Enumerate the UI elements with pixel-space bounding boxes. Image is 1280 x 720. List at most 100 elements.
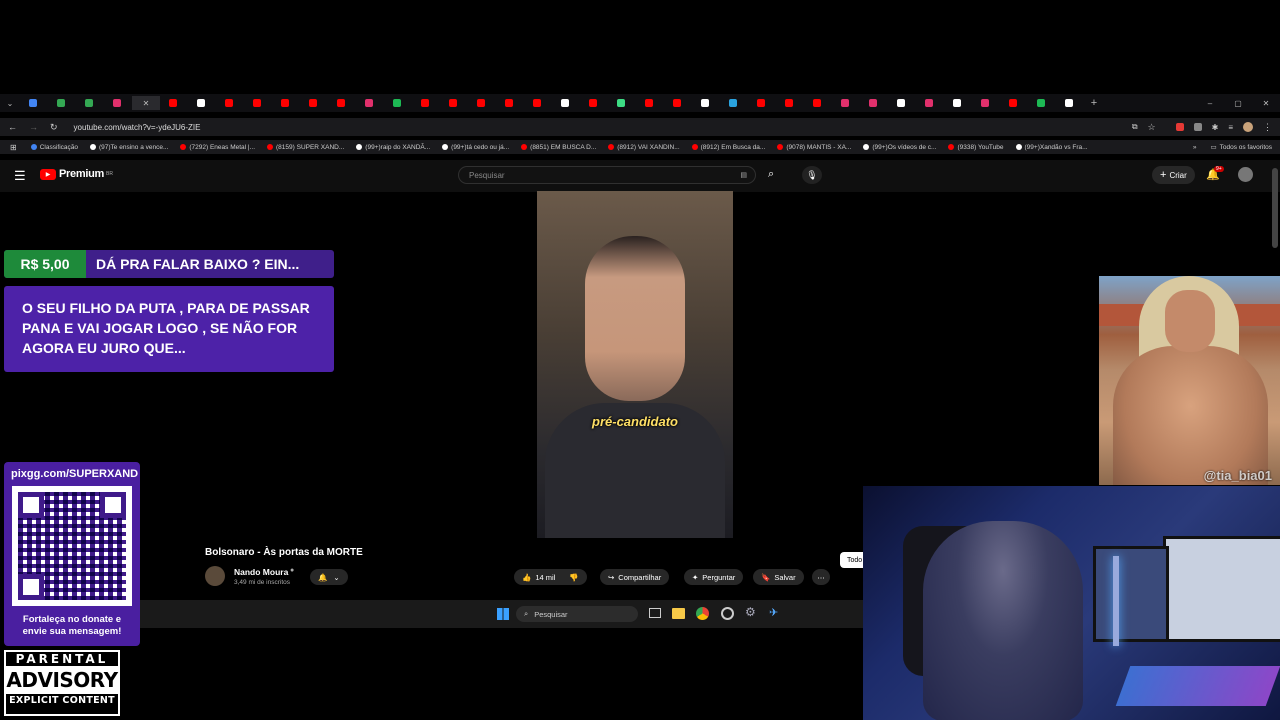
tab[interactable] (1056, 96, 1084, 110)
extension-icon[interactable] (1175, 123, 1184, 131)
tab[interactable] (608, 96, 636, 110)
thumbs-down-icon[interactable]: 👎 (569, 573, 578, 582)
tab[interactable] (972, 96, 1000, 110)
share-button[interactable]: ↪ Compartilhar (600, 569, 670, 585)
tab-active[interactable]: ✕ (132, 96, 160, 110)
app-icon[interactable] (721, 607, 734, 620)
file-explorer-icon[interactable] (672, 608, 685, 619)
close-window-icon[interactable]: ✕ (1252, 96, 1280, 110)
tab[interactable] (860, 96, 888, 110)
bookmark-item[interactable]: (7292) Eneas Metal |... (180, 144, 255, 151)
bookmark-item[interactable]: (97)Te ensino a vence... (90, 144, 168, 151)
subscribe-bell-button[interactable]: 🔔 ⌄ (310, 569, 348, 585)
channel-name[interactable]: Nando Moura (234, 567, 288, 577)
bookmark-item[interactable]: (8912) VAI XANDIN... (608, 144, 680, 151)
more-actions-button[interactable]: ⋯ (812, 569, 830, 585)
tab[interactable] (720, 96, 748, 110)
minimize-icon[interactable]: – (1196, 96, 1224, 110)
menu-hamburger-icon[interactable]: ☰ (14, 168, 26, 184)
youtube-account-avatar[interactable] (1238, 167, 1253, 182)
video-player[interactable]: pré-candidato (537, 191, 733, 538)
more-bookmarks-icon[interactable]: » (1193, 144, 1197, 151)
tab[interactable] (356, 96, 384, 110)
windows-start-icon[interactable] (497, 608, 509, 620)
app-icon[interactable]: ✈ (769, 606, 778, 619)
settings-gear-icon[interactable]: ⚙ (745, 605, 756, 619)
microphone-icon[interactable]: 🎙 (802, 166, 822, 184)
keyboard-icon[interactable]: ▤ (740, 171, 747, 179)
extensions-puzzle-icon[interactable]: ✱ (1212, 123, 1219, 132)
tab[interactable] (524, 96, 552, 110)
bookmark-item[interactable]: (99+)raip do XANDÃ... (356, 144, 430, 151)
tab[interactable] (48, 96, 76, 110)
tab[interactable] (300, 96, 328, 110)
like-button[interactable]: 👍 14 mil 👎 (514, 569, 587, 585)
tab[interactable] (804, 96, 832, 110)
bookmark-item[interactable]: (99+)Os vídeos de c... (863, 144, 936, 151)
bookmark-item[interactable]: (9338) YouTube (948, 144, 1004, 151)
tab[interactable] (496, 96, 524, 110)
profile-avatar[interactable] (1243, 122, 1253, 132)
tab[interactable] (412, 96, 440, 110)
bookmark-item[interactable]: (99+)Xandão vs Fra... (1015, 144, 1088, 151)
tab[interactable] (636, 96, 664, 110)
channel-avatar[interactable] (205, 566, 225, 586)
bookmark-star-icon[interactable]: ☆ (1148, 122, 1156, 133)
tab[interactable] (468, 96, 496, 110)
scrollbar[interactable] (1272, 168, 1278, 248)
tab[interactable] (580, 96, 608, 110)
tab[interactable] (692, 96, 720, 110)
search-icon[interactable]: ⌕ (768, 168, 774, 181)
maximize-icon[interactable]: ▢ (1224, 96, 1252, 110)
tab[interactable] (76, 96, 104, 110)
all-bookmarks-folder[interactable]: ▭ Todos os favoritos (1210, 143, 1272, 152)
tab[interactable] (1028, 96, 1056, 110)
tab[interactable] (832, 96, 860, 110)
save-button[interactable]: 🔖 Salvar (753, 569, 804, 585)
forward-icon[interactable]: → (29, 122, 38, 132)
reload-icon[interactable]: ↻ (50, 122, 58, 133)
browser-menu-icon[interactable]: ⋮ (1263, 122, 1272, 133)
tab[interactable] (244, 96, 272, 110)
tab[interactable] (328, 96, 356, 110)
bookmark-item[interactable]: (8851) EM BUSCA D... (521, 144, 596, 151)
create-button[interactable]: + Criar (1152, 166, 1195, 184)
extension-icon[interactable] (1193, 123, 1202, 131)
filter-chip[interactable]: Todo (840, 552, 863, 568)
taskbar-search[interactable]: ⌕ Pesquisar (516, 606, 638, 622)
tab-search-icon[interactable]: ≡ (1228, 123, 1233, 132)
tab[interactable] (384, 96, 412, 110)
tab[interactable] (160, 96, 188, 110)
tab[interactable] (104, 96, 132, 110)
tab[interactable] (20, 96, 48, 110)
tab[interactable] (748, 96, 776, 110)
chrome-icon[interactable] (696, 607, 709, 620)
bookmark-item[interactable]: (99+)tá cedo ou já... (442, 144, 509, 151)
tab[interactable] (776, 96, 804, 110)
bookmark-item[interactable]: (8159) SUPER XAND... (267, 144, 344, 151)
tab[interactable] (1000, 96, 1028, 110)
tab[interactable] (272, 96, 300, 110)
new-tab-icon[interactable]: + (1084, 96, 1104, 110)
task-view-icon[interactable] (649, 608, 661, 618)
search-input[interactable]: Pesquisar ▤ (458, 166, 756, 184)
back-icon[interactable]: ← (8, 122, 17, 132)
apps-grid-icon[interactable]: ⊞ (10, 143, 17, 152)
ask-button[interactable]: ✦ Perguntar (684, 569, 744, 585)
tab[interactable] (664, 96, 692, 110)
bookmark-item[interactable]: (9078) MANTIS - XA... (777, 144, 851, 151)
tab[interactable] (944, 96, 972, 110)
tab[interactable] (916, 96, 944, 110)
tab-list-button[interactable]: ⌄ (0, 96, 20, 110)
tab[interactable] (216, 96, 244, 110)
tab[interactable] (888, 96, 916, 110)
bookmark-label: (9078) MANTIS - XA... (786, 143, 852, 151)
tab[interactable] (440, 96, 468, 110)
tab[interactable] (552, 96, 580, 110)
address-bar[interactable]: youtube.com/watch?v=-ydeJU6-ZIE (74, 123, 201, 132)
bookmark-item[interactable]: (8912) Em Busca da... (691, 144, 765, 151)
tab[interactable] (188, 96, 216, 110)
bookmark-item[interactable]: Classificação (30, 144, 78, 151)
youtube-logo[interactable]: ▶ Premium BR (40, 168, 113, 180)
install-app-icon[interactable]: ⧉ (1132, 122, 1138, 132)
